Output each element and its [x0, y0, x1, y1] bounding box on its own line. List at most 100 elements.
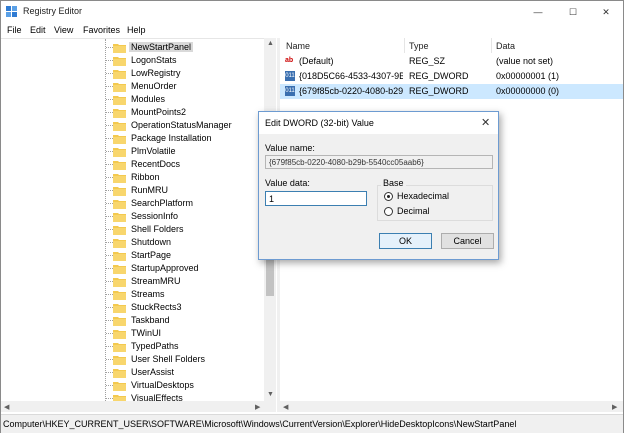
tree-item-label: StartupApproved: [131, 263, 199, 273]
folder-icon: [113, 161, 126, 170]
radio-selected-dot: [387, 195, 390, 198]
tree-item[interactable]: Shutdown: [1, 236, 264, 249]
maximize-button[interactable]: ☐: [556, 1, 590, 23]
value-row[interactable]: 011 {018D5C66-4533-4307-9B... REG_DWORD 0x0…: [280, 69, 623, 84]
column-header-data[interactable]: Data: [496, 41, 515, 51]
folder-icon: [113, 148, 126, 157]
value-name: {679f85cb-0220-4080-b29...: [299, 86, 403, 96]
tree-item[interactable]: Shell Folders: [1, 223, 264, 236]
tree-item-label: OperationStatusManager: [131, 120, 232, 130]
folder-icon: [113, 70, 126, 79]
tree-item[interactable]: TWinUI: [1, 327, 264, 340]
folder-icon: [113, 304, 126, 313]
tree-item-label: Package Installation: [131, 133, 212, 143]
menu-file[interactable]: File: [7, 25, 22, 35]
value-row[interactable]: ab (Default) REG_SZ (value not set): [280, 54, 623, 69]
tree-item[interactable]: PlmVolatile: [1, 145, 264, 158]
folder-icon: [113, 83, 126, 92]
tree-item[interactable]: NewStartPanel: [1, 41, 264, 54]
tree-guide-dash: [106, 138, 113, 139]
tree-guide-dash: [106, 99, 113, 100]
tree-item[interactable]: Taskband: [1, 314, 264, 327]
folder-icon: [113, 44, 126, 53]
folder-icon: [113, 109, 126, 118]
tree-horizontal-scrollbar[interactable]: [1, 401, 276, 412]
maximize-icon: ☐: [568, 6, 578, 17]
tree-item[interactable]: UserAssist: [1, 366, 264, 379]
scroll-right-arrow-icon[interactable]: ▶: [612, 403, 617, 411]
radio-decimal-label: Decimal: [397, 206, 430, 216]
value-data-label: Value data:: [265, 178, 310, 188]
dialog-close-button[interactable]: ✕: [481, 116, 490, 129]
title-bar[interactable]: Registry Editor — ☐ ✕: [1, 1, 623, 23]
tree-item-label: NewStartPanel: [129, 42, 194, 52]
tree-guide-dash: [106, 333, 113, 334]
column-header-name[interactable]: Name: [286, 41, 310, 51]
scroll-up-arrow-icon[interactable]: ▲: [267, 40, 274, 47]
menu-edit[interactable]: Edit: [30, 25, 46, 35]
registry-key-tree[interactable]: NewStartPanel LogonStats LowRegistry MenuOr…: [1, 38, 276, 412]
scroll-left-arrow-icon[interactable]: ◀: [283, 403, 288, 411]
tree-item-label: SessionInfo: [131, 211, 179, 221]
tree-item[interactable]: MountPoints2: [1, 106, 264, 119]
folder-icon: [113, 122, 126, 131]
folder-icon: [113, 57, 126, 66]
folder-icon: [113, 187, 126, 196]
tree-guide-dash: [106, 73, 113, 74]
tree-guide-dash: [106, 320, 113, 321]
value-name-field: {679f85cb-0220-4080-b29b-5540cc05aab6}: [265, 155, 493, 169]
tree-item[interactable]: MenuOrder: [1, 80, 264, 93]
tree-item[interactable]: Package Installation: [1, 132, 264, 145]
tree-item[interactable]: LogonStats: [1, 54, 264, 67]
scroll-left-arrow-icon[interactable]: ◀: [4, 403, 9, 411]
tree-guide-dash: [106, 359, 113, 360]
tree-guide-dash: [106, 47, 113, 48]
minimize-button[interactable]: —: [521, 1, 555, 23]
radio-decimal[interactable]: Decimal: [384, 206, 489, 218]
tree-item[interactable]: Modules: [1, 93, 264, 106]
menu-view[interactable]: View: [54, 25, 73, 35]
menu-help[interactable]: Help: [127, 25, 146, 35]
tree-guide-dash: [106, 190, 113, 191]
scroll-down-arrow-icon[interactable]: ▼: [267, 391, 274, 398]
value-row[interactable]: 011 {679f85cb-0220-4080-b29... REG_DWORD 0x…: [280, 84, 623, 99]
tree-item[interactable]: SearchPlatform: [1, 197, 264, 210]
tree-item-label: Shell Folders: [131, 224, 184, 234]
tree-item[interactable]: SessionInfo: [1, 210, 264, 223]
close-button[interactable]: ✕: [589, 1, 623, 23]
radio-hexadecimal[interactable]: Hexadecimal: [384, 191, 489, 203]
tree-item[interactable]: User Shell Folders: [1, 353, 264, 366]
tree-item[interactable]: Ribbon: [1, 171, 264, 184]
folder-icon: [113, 291, 126, 300]
value-name-label: Value name:: [265, 143, 315, 153]
value-data-input[interactable]: [265, 191, 367, 206]
column-separator[interactable]: [491, 38, 492, 53]
ok-button[interactable]: OK: [379, 233, 432, 249]
scroll-right-arrow-icon[interactable]: ▶: [255, 403, 260, 411]
column-header-type[interactable]: Type: [409, 41, 429, 51]
tree-item[interactable]: StreamMRU: [1, 275, 264, 288]
tree-item[interactable]: OperationStatusManager: [1, 119, 264, 132]
column-separator[interactable]: [404, 38, 405, 53]
tree-guide-dash: [106, 268, 113, 269]
folder-icon: [113, 96, 126, 105]
tree-guide-dash: [106, 346, 113, 347]
cancel-button[interactable]: Cancel: [441, 233, 494, 249]
tree-item[interactable]: StartupApproved: [1, 262, 264, 275]
dialog-title-bar[interactable]: Edit DWORD (32-bit) Value ✕: [259, 112, 498, 134]
folder-icon: [113, 356, 126, 365]
tree-item[interactable]: LowRegistry: [1, 67, 264, 80]
tree-item[interactable]: RecentDocs: [1, 158, 264, 171]
menu-favorites[interactable]: Favorites: [83, 25, 120, 35]
tree-item[interactable]: VirtualDesktops: [1, 379, 264, 392]
tree-item[interactable]: StuckRects3: [1, 301, 264, 314]
tree-item[interactable]: Streams: [1, 288, 264, 301]
value-name: (Default): [299, 56, 334, 66]
dword-value-icon: 011: [285, 71, 295, 81]
tree-item[interactable]: TypedPaths: [1, 340, 264, 353]
tree-item-label: TWinUI: [131, 328, 161, 338]
tree-item[interactable]: RunMRU: [1, 184, 264, 197]
tree-item[interactable]: StartPage: [1, 249, 264, 262]
value-data: (value not set): [496, 56, 554, 66]
list-horizontal-scrollbar[interactable]: [280, 401, 623, 412]
